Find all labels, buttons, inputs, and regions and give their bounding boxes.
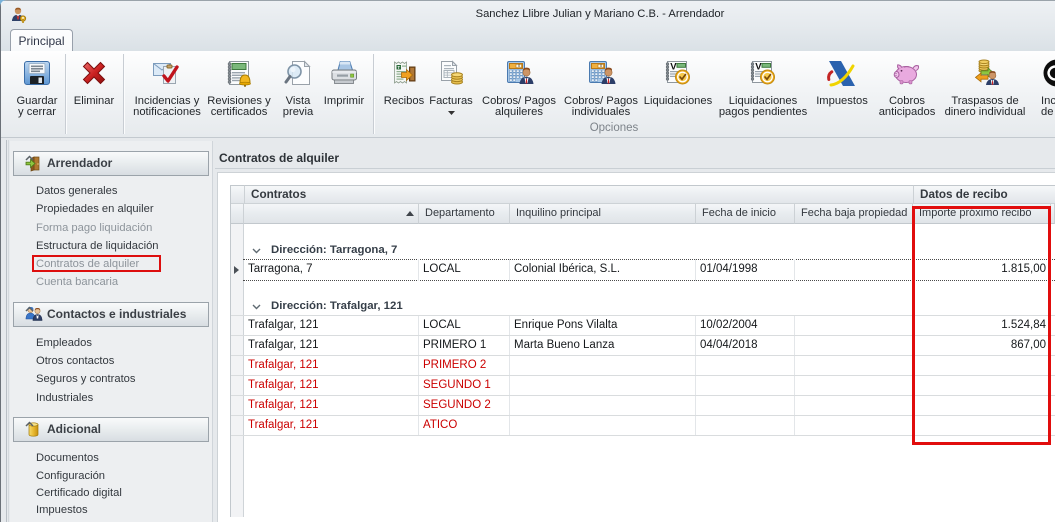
svg-text:V: V bbox=[755, 62, 762, 73]
svg-text:V: V bbox=[670, 62, 677, 73]
svg-text:0: 0 bbox=[600, 64, 602, 68]
svg-text:0: 0 bbox=[518, 64, 520, 68]
